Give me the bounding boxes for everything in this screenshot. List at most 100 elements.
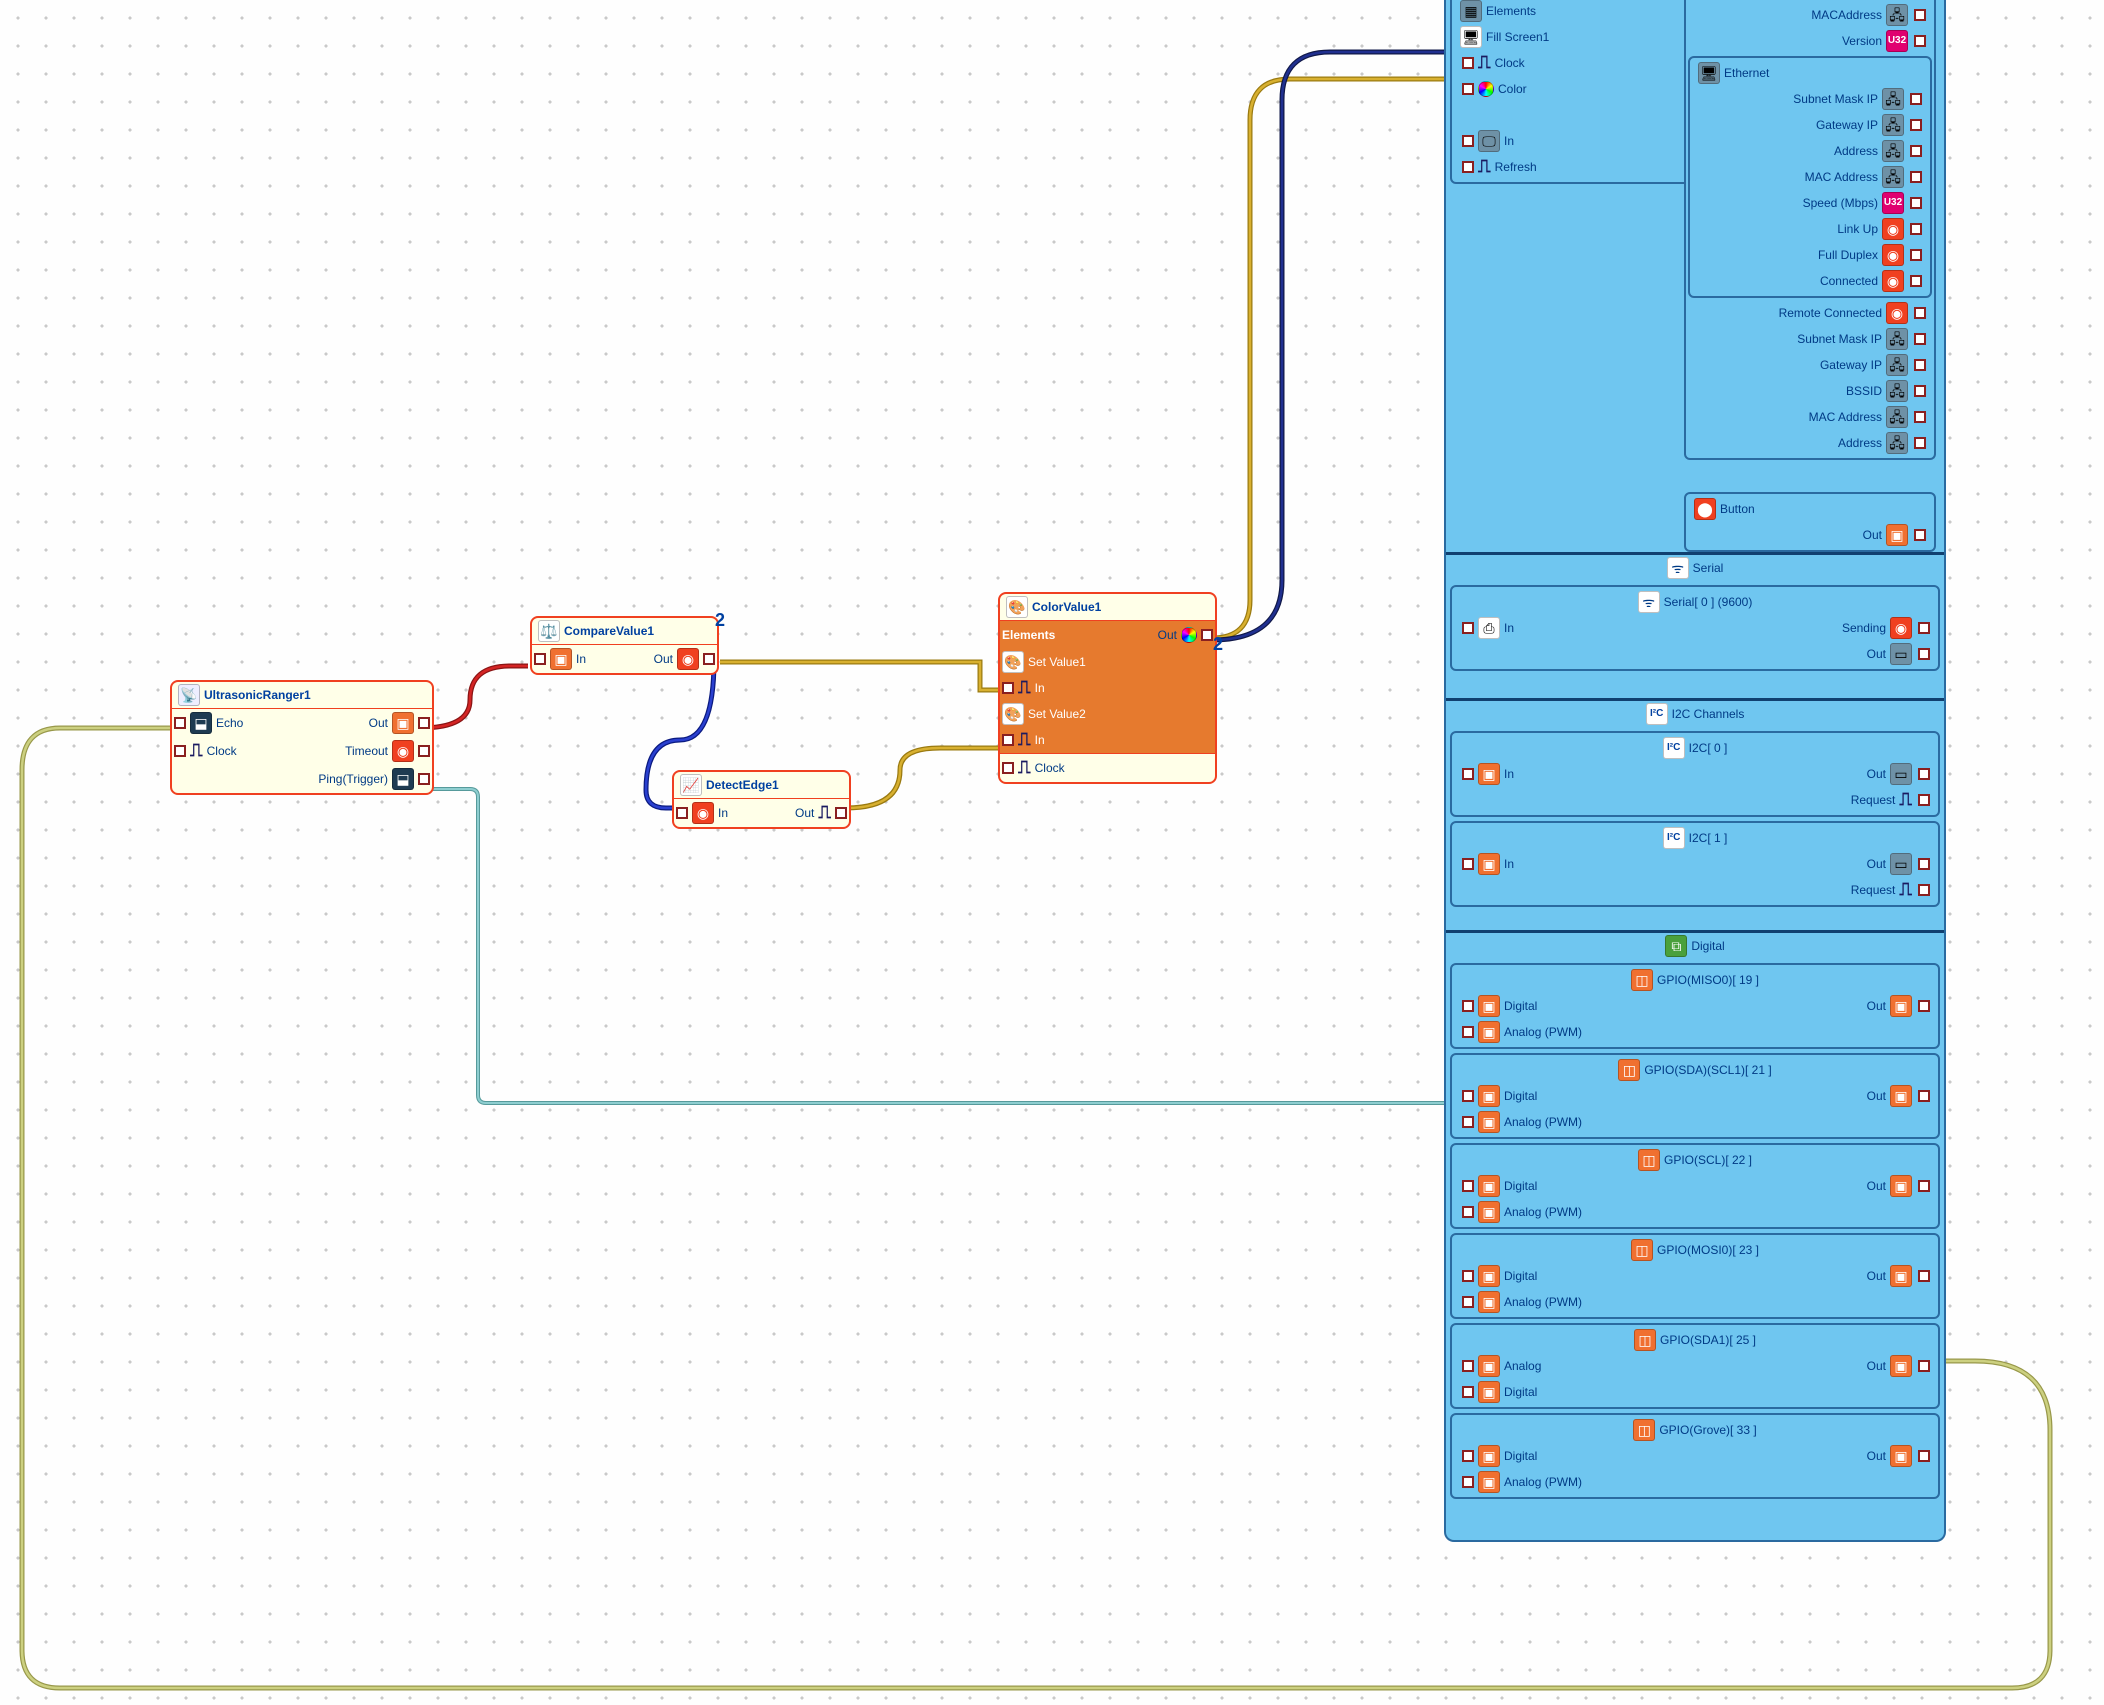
pin-in[interactable] [1462, 622, 1474, 634]
pin-out[interactable] [1910, 197, 1922, 209]
pulse-icon: ⎍ [1018, 729, 1031, 751]
pin-out[interactable] [1918, 622, 1930, 634]
pin-out[interactable] [1918, 794, 1930, 806]
pin-out[interactable] [835, 807, 847, 819]
pin-in[interactable] [534, 653, 546, 665]
pin-in[interactable] [1462, 135, 1474, 147]
net-icon: 🖧 [1882, 114, 1904, 136]
node-ultrasonic[interactable]: 📡UltrasonicRanger1 ⬓Echo Out▣ ⎍Clock Tim… [170, 680, 434, 795]
pin-in[interactable] [1462, 1116, 1474, 1128]
pin-out[interactable] [418, 773, 430, 785]
label: Subnet Mask IP [1797, 332, 1882, 346]
label[interactable]: Button [1720, 502, 1755, 516]
pin-out[interactable] [1914, 411, 1926, 423]
pin-out[interactable] [1201, 629, 1213, 641]
pin-out[interactable] [1910, 145, 1922, 157]
pin-in[interactable] [1462, 1296, 1474, 1308]
label: Digital [1504, 1179, 1537, 1193]
label: Out [1867, 767, 1886, 781]
label: Out [1867, 1269, 1886, 1283]
label: Gateway IP [1820, 358, 1882, 372]
pin-out[interactable] [1918, 1000, 1930, 1012]
pin-out[interactable] [1914, 333, 1926, 345]
pin-out[interactable] [1918, 1090, 1930, 1102]
pin-out[interactable] [1910, 275, 1922, 287]
pin-in[interactable] [1462, 1270, 1474, 1282]
pin-out[interactable] [1910, 93, 1922, 105]
label[interactable]: Elements [1486, 4, 1536, 18]
pin-out[interactable] [1918, 1360, 1930, 1372]
pin-out[interactable] [1918, 648, 1930, 660]
label[interactable]: Ethernet [1724, 66, 1769, 80]
board-panel[interactable]: ▦Elements 🖥Fill Screen1 ⎍Clock Color 🖵In… [1444, 0, 1946, 1542]
pin-out[interactable] [418, 745, 430, 757]
pin-out[interactable] [1918, 884, 1930, 896]
gpio-item[interactable]: ◫GPIO(SDA)(SCL1)[ 21 ] ▣DigitalOut▣ ▣Ana… [1450, 1053, 1940, 1139]
item-title[interactable]: Serial[ 0 ] (9600) [1664, 595, 1753, 609]
pin-in[interactable] [174, 717, 186, 729]
pin-out[interactable] [1910, 119, 1922, 131]
edge-icon: 📈 [680, 774, 702, 796]
gpio-item[interactable]: ◫GPIO(MOSI0)[ 23 ] ▣DigitalOut▣ ▣Analog … [1450, 1233, 1940, 1319]
pin-in[interactable] [1462, 1180, 1474, 1192]
pin-in[interactable] [1462, 1090, 1474, 1102]
pin-out[interactable] [1918, 768, 1930, 780]
pin-out[interactable] [1910, 249, 1922, 261]
gpio-item[interactable]: ◫GPIO(Grove)[ 33 ] ▣DigitalOut▣ ▣Analog … [1450, 1413, 1940, 1499]
io-icon: ▣ [1890, 1175, 1912, 1197]
pin-in[interactable] [1462, 1450, 1474, 1462]
pin-out[interactable] [1910, 171, 1922, 183]
pin-out[interactable] [418, 717, 430, 729]
pin-in[interactable] [1462, 161, 1474, 173]
pin-out[interactable] [1914, 359, 1926, 371]
pin-out[interactable] [1918, 1270, 1930, 1282]
node-detect[interactable]: 📈DetectEdge1 ◉In Out⎍ [672, 770, 851, 829]
i2c-icon: I²C [1663, 827, 1685, 849]
pin-out[interactable] [1914, 9, 1926, 21]
node-color[interactable]: 2 🎨ColorValue1 Elements Out 🎨Set Value1 … [998, 592, 1217, 784]
net-icon: 🖧 [1882, 88, 1904, 110]
set-value-label[interactable]: Set Value1 [1028, 655, 1086, 669]
pin-out[interactable] [1914, 385, 1926, 397]
pin-in[interactable] [1462, 1026, 1474, 1038]
io-icon: ▣ [1890, 1085, 1912, 1107]
pin-in[interactable] [676, 807, 688, 819]
gpio-item[interactable]: ◫GPIO(MISO0)[ 19 ] ▣DigitalOut▣ ▣Analog … [1450, 963, 1940, 1049]
pin-in[interactable] [1002, 762, 1014, 774]
pin-out[interactable] [1914, 529, 1926, 541]
gpio-item[interactable]: ◫GPIO(SCL)[ 22 ] ▣DigitalOut▣ ▣Analog (P… [1450, 1143, 1940, 1229]
pin-out[interactable] [1914, 307, 1926, 319]
label[interactable]: Fill Screen1 [1486, 30, 1549, 44]
setvalue-icon: 🎨 [1002, 703, 1024, 725]
pin-in[interactable] [174, 745, 186, 757]
pin-in[interactable] [1002, 682, 1014, 694]
pin-in[interactable] [1462, 1476, 1474, 1488]
label: Subnet Mask IP [1793, 92, 1878, 106]
pin-in[interactable] [1462, 57, 1474, 69]
io-icon: ⬓ [190, 712, 212, 734]
pin-out[interactable] [703, 653, 715, 665]
pin-out[interactable] [1914, 437, 1926, 449]
label: Out [1867, 857, 1886, 871]
pin-in[interactable] [1002, 734, 1014, 746]
label: Clock [1495, 56, 1525, 70]
pin-out[interactable] [1918, 1180, 1930, 1192]
set-value-label[interactable]: Set Value2 [1028, 707, 1086, 721]
io-icon: ▣ [1890, 1265, 1912, 1287]
pin-in[interactable] [1462, 1206, 1474, 1218]
label: Refresh [1495, 160, 1537, 174]
pin-out[interactable] [1910, 223, 1922, 235]
pin-in[interactable] [1462, 1360, 1474, 1372]
pin-in[interactable] [1462, 83, 1474, 95]
pin-in[interactable] [1462, 858, 1474, 870]
item-title[interactable]: I2C[ 0 ] [1689, 741, 1728, 755]
pin-in[interactable] [1462, 1000, 1474, 1012]
pin-in[interactable] [1462, 768, 1474, 780]
pin-out[interactable] [1914, 35, 1926, 47]
node-compare[interactable]: 2 ⚖️CompareValue1 ▣In Out◉ [530, 616, 719, 675]
pin-out[interactable] [1918, 1450, 1930, 1462]
gpio-item[interactable]: ◫GPIO(SDA1)[ 25 ] ▣AnalogOut▣ ▣Digital [1450, 1323, 1940, 1409]
pin-out[interactable] [1918, 858, 1930, 870]
pin-in[interactable] [1462, 1386, 1474, 1398]
item-title[interactable]: I2C[ 1 ] [1689, 831, 1728, 845]
